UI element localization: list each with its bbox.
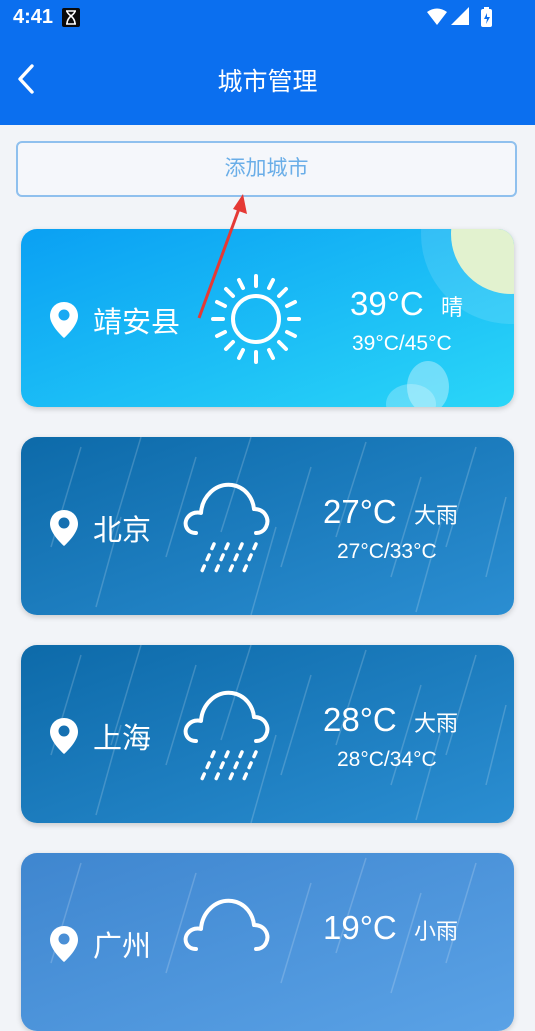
city-card[interactable]: 靖安县 39°C 晴 39°C/45°C (21, 229, 514, 407)
light-rain-icon (180, 895, 274, 996)
weather-condition: 大雨 (414, 711, 459, 736)
location-pin-icon (49, 925, 79, 963)
add-city-button[interactable]: 添加城市 (16, 141, 517, 197)
current-temperature: 39°C (350, 285, 424, 322)
status-time: 4:41 (13, 6, 54, 28)
status-bar: 4:41 (0, 0, 535, 36)
battery-icon (481, 7, 492, 27)
city-name: 上海 (93, 723, 152, 755)
weather-condition: 小雨 (414, 919, 459, 944)
current-temperature: 27°C (323, 493, 397, 530)
city-card[interactable]: 上海 28°C 大雨 28°C/34°C (21, 645, 514, 823)
city-name: 靖安县 (93, 307, 181, 339)
current-temperature: 28°C (323, 701, 397, 738)
weather-condition: 晴 (441, 295, 464, 320)
location-pin-icon (49, 509, 79, 547)
temperature-range: 27°C/33°C (337, 540, 437, 563)
city-card[interactable]: 北京 27°C 大雨 27°C/33°C (21, 437, 514, 615)
hourglass-icon (62, 8, 80, 27)
temperature-range: 28°C/34°C (337, 748, 437, 771)
page-title: 城市管理 (217, 68, 318, 96)
city-card[interactable]: 广州 19°C 小雨 (21, 853, 514, 1031)
city-name: 北京 (93, 515, 152, 547)
sun-icon (210, 273, 302, 370)
weather-condition: 大雨 (414, 503, 459, 528)
heavy-rain-icon (180, 687, 274, 788)
app-bar: 城市管理 (0, 36, 535, 125)
temperature-range: 39°C/45°C (352, 332, 452, 355)
status-icons (425, 6, 501, 34)
location-pin-icon (49, 301, 79, 339)
signal-icon (451, 7, 469, 25)
wifi-icon (427, 8, 447, 25)
city-name: 广州 (93, 931, 152, 963)
current-temperature: 19°C (323, 909, 397, 946)
heavy-rain-icon (180, 479, 274, 580)
location-pin-icon (49, 717, 79, 755)
